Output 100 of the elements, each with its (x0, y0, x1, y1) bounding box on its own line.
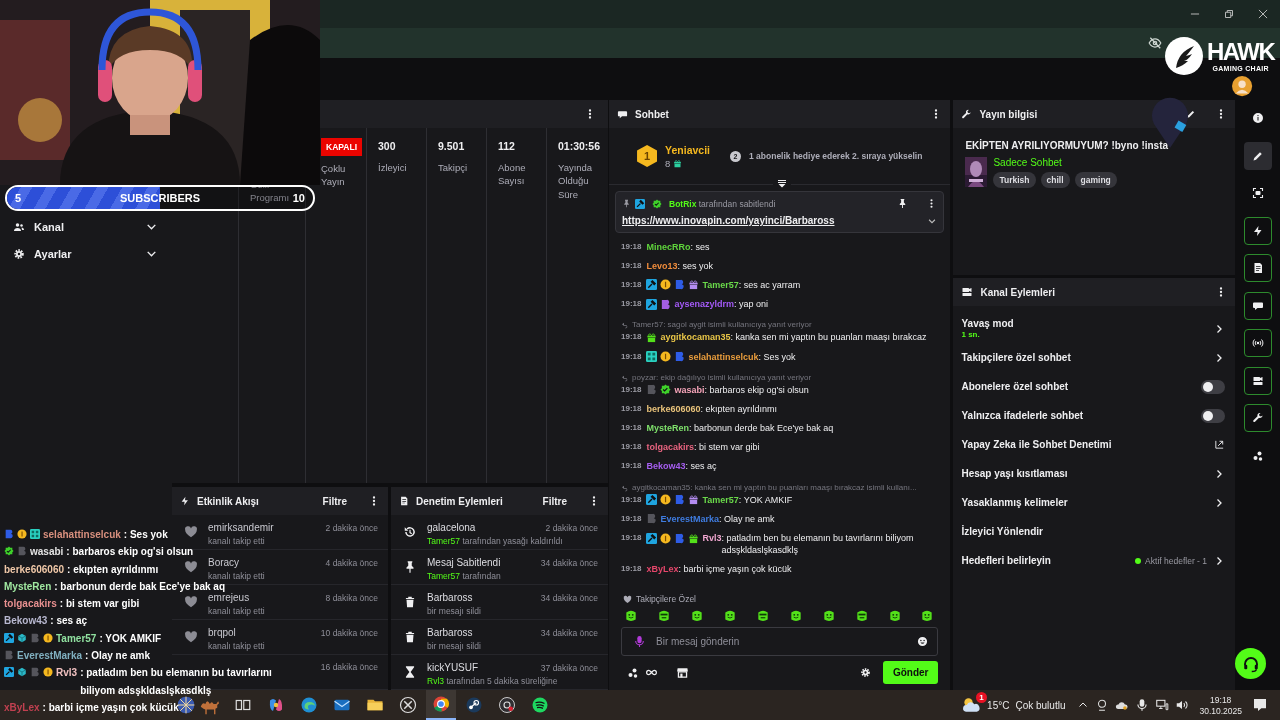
message-text: : ses ac yarram (738, 278, 801, 291)
emote-icon[interactable] (656, 609, 671, 623)
hammer-badge-icon (4, 632, 14, 643)
message-text: : ekıpten ayrıldınmı (67, 562, 159, 577)
settings-icon[interactable] (859, 667, 871, 678)
external-link-icon[interactable] (1214, 439, 1225, 450)
message-text: : barbonun derde bak Ece'ye bak aq (689, 422, 834, 435)
username: brqpol (208, 627, 236, 638)
shield-badge-icon (646, 384, 658, 396)
pencil-icon[interactable] (1186, 109, 1196, 119)
message-text: : barbi içme yaşın çok kücük (678, 563, 792, 576)
heart-icon (184, 525, 198, 539)
rail-button[interactable] (1243, 291, 1272, 320)
emote-icon[interactable] (821, 609, 836, 623)
clock[interactable]: 19:18 30.10.2025 (1199, 694, 1242, 716)
gift-icon (688, 532, 700, 544)
emote-icon[interactable] (920, 609, 935, 623)
hammer-badge-icon (646, 532, 658, 544)
microphone-icon[interactable] (1135, 698, 1150, 712)
username: xByLex (646, 563, 679, 576)
rail-button[interactable] (1243, 404, 1272, 432)
eye-slash-icon[interactable] (1148, 36, 1162, 50)
volume-icon[interactable] (1175, 698, 1190, 712)
trash-icon (403, 630, 417, 644)
pinned-by: BotRix tarafından sabitlendi (669, 198, 776, 209)
lightning-icon (1251, 224, 1264, 237)
temperature: 15°C (987, 699, 1010, 711)
rail-button[interactable] (1243, 141, 1272, 170)
send-button[interactable]: Gönder (882, 661, 939, 684)
panel-title: Denetim Eylemleri (416, 495, 503, 507)
emote-icon[interactable] (887, 609, 902, 623)
action-time: 37 dakika önce (540, 663, 598, 673)
goal-current: 5 (15, 192, 22, 204)
dots-icon[interactable] (627, 666, 639, 679)
leaderboard-hint: 1 abonelik hediye ederek 2. sıraya yükselin (749, 151, 923, 161)
message-text: : patladım ben bu elemanın bu tavırlarını biliyom adsşkldaslşkasdklş (80, 666, 273, 698)
emote-icon[interactable] (854, 609, 869, 623)
status-badge: KAPALI (321, 138, 362, 156)
wrench-icon (1251, 412, 1264, 424)
shield-badge-icon (646, 513, 658, 525)
tag[interactable]: chill (1040, 172, 1070, 188)
action-time: 34 dakika önce (540, 558, 598, 568)
rail-button[interactable] (1243, 216, 1272, 245)
rail-button[interactable] (1243, 366, 1272, 395)
pinned-link[interactable]: https://www.inovapin.com/yayinci/Barbaross (622, 215, 928, 226)
message-input[interactable]: Bir mesaj gönderin (621, 627, 939, 656)
toggle-switch[interactable] (1201, 379, 1225, 394)
network-icon[interactable] (1155, 698, 1170, 712)
timestamp: 19:18 (621, 460, 642, 473)
emote-icon[interactable] (788, 609, 803, 623)
tag[interactable]: Turkish (993, 172, 1036, 188)
close-icon[interactable] (1256, 7, 1270, 21)
filter-button[interactable]: Filtre (314, 492, 355, 510)
timestamp: 19:18 (621, 402, 642, 415)
username: Levo13 (646, 259, 678, 272)
gift-icon (673, 158, 683, 168)
username: MysteRen (4, 579, 52, 594)
emote-icon[interactable] (722, 609, 737, 623)
event-time: 10 dakika önce (320, 628, 378, 638)
username: selahattinselcuk (43, 528, 121, 542)
reply-context: poyzar: ekip dağılıyo isimli kullanıcıya yanıt veriyor (632, 371, 812, 384)
coin-badge-icon (43, 632, 53, 643)
tag[interactable]: gaming (1074, 172, 1117, 188)
emote-icon[interactable] (689, 609, 704, 623)
rail-button[interactable] (1243, 254, 1272, 282)
toggle-switch[interactable] (1201, 408, 1225, 423)
hammer-badge-icon (646, 279, 658, 291)
heart-icon (184, 595, 198, 609)
info-icon (1251, 112, 1264, 124)
history-icon (403, 525, 417, 539)
collapse-icon[interactable] (776, 178, 788, 190)
filter-button[interactable]: Filtre (534, 492, 575, 510)
emote-icon[interactable] (755, 609, 770, 623)
emote-section-label: Takipçilere Özel (636, 594, 696, 604)
username: EverestMarka (660, 512, 719, 525)
sidebar-item[interactable]: Ayarlar (0, 240, 172, 267)
action-text: bir mesajı sildi (427, 606, 482, 616)
username: emrejeus (208, 592, 250, 603)
timestamp: 19:18 (621, 441, 642, 454)
username: tolgacakirs (4, 597, 57, 612)
notifications-icon[interactable] (1252, 697, 1268, 713)
emote-icon[interactable] (624, 609, 638, 623)
rail-button[interactable] (1243, 329, 1272, 357)
action-text: Tamer57 tarafından yasağı kaldırıldı (427, 536, 564, 546)
category-link[interactable]: Sadece Sohbet (993, 157, 1117, 168)
shield-badge-icon (17, 546, 27, 557)
shield-badge-icon (674, 494, 686, 506)
store-icon[interactable] (676, 666, 689, 679)
trash-icon (403, 595, 417, 609)
crossed-circle-icon (399, 696, 417, 714)
timestamp: 19:18 (621, 422, 642, 435)
weather-widget[interactable]: 1 15°C Çok bulutlu (961, 690, 1066, 720)
sidebar-item[interactable]: Kanal (0, 213, 172, 240)
restore-icon[interactable] (1222, 7, 1236, 21)
camera-icon (1251, 374, 1264, 387)
message-text: : yap oni (734, 298, 769, 311)
taskbar-button[interactable] (426, 690, 456, 720)
emoji-icon[interactable] (917, 636, 929, 647)
steam-icon (465, 696, 483, 714)
event-text: kanalı takip etti (208, 641, 266, 651)
